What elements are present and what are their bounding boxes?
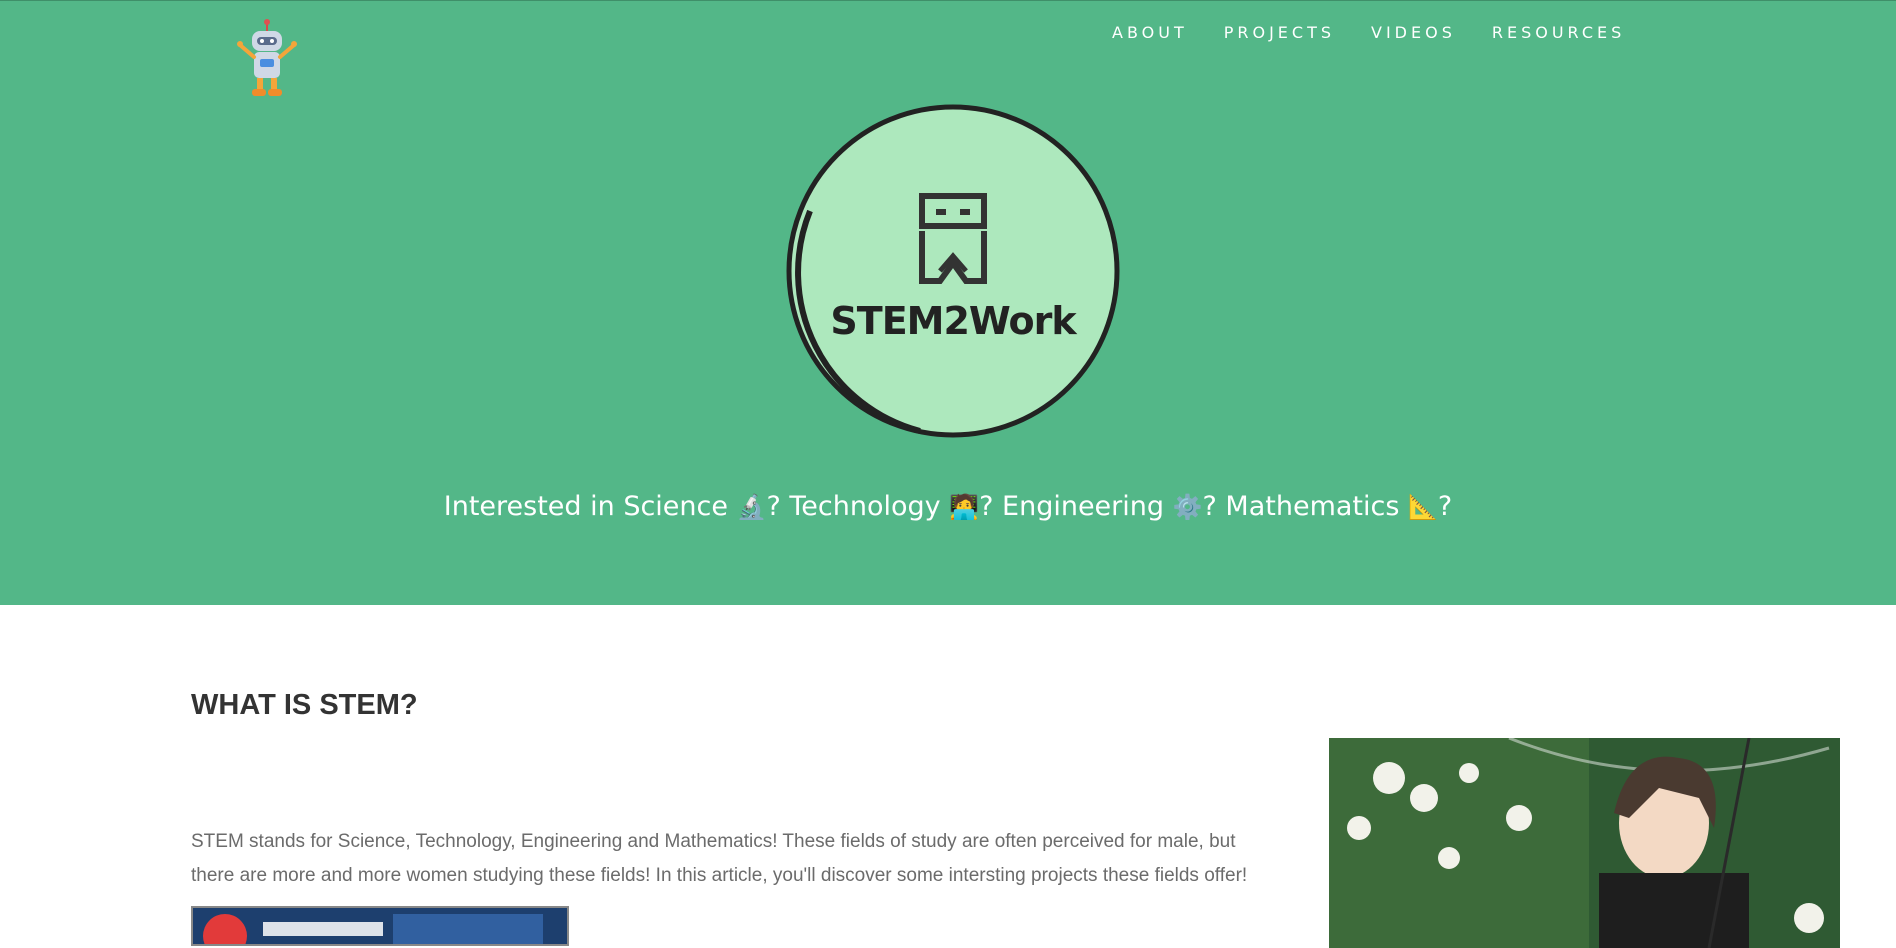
technologist-icon: 🧑‍💻 — [949, 493, 980, 521]
logo-circle-icon — [786, 104, 1120, 438]
tagline-text-science: Interested in Science — [443, 491, 737, 522]
tagline-text-technology: ? Technology — [766, 491, 950, 522]
stem2work-logo: STEM2Work — [780, 101, 1126, 443]
illustration-image — [1329, 738, 1840, 948]
main-nav: ABOUT PROJECTS VIDEOS RESOURCES — [1112, 23, 1661, 42]
microscope-icon: 🔬 — [736, 493, 767, 521]
nav-videos-link[interactable]: VIDEOS — [1371, 23, 1456, 42]
video-thumbnail[interactable] — [191, 906, 569, 946]
nav-resources-link[interactable]: RESOURCES — [1492, 23, 1625, 42]
tagline-text-end: ? — [1437, 491, 1453, 522]
what-is-stem-section: WHAT IS STEM? STEM stands for Science, T… — [0, 605, 1896, 948]
section-heading: WHAT IS STEM? — [191, 689, 418, 721]
section-paragraph: STEM stands for Science, Technology, Eng… — [191, 831, 1248, 886]
triangle-ruler-icon: 📐 — [1408, 493, 1438, 521]
nav-about-link[interactable]: ABOUT — [1112, 23, 1188, 42]
hero-section: ABOUT PROJECTS VIDEOS RESOURCES STEM2Wor… — [0, 0, 1896, 605]
gear-icon: ⚙️ — [1172, 493, 1203, 521]
hero-tagline: Interested in Science 🔬? Technology 🧑‍💻?… — [0, 491, 1896, 522]
logo-text: STEM2Work — [830, 299, 1076, 343]
tagline-text-mathematics: ? Mathematics — [1202, 491, 1408, 522]
tagline-text-engineering: ? Engineering — [979, 491, 1173, 522]
nav-projects-link[interactable]: PROJECTS — [1224, 23, 1335, 42]
robot-logo-icon[interactable] — [234, 19, 300, 99]
